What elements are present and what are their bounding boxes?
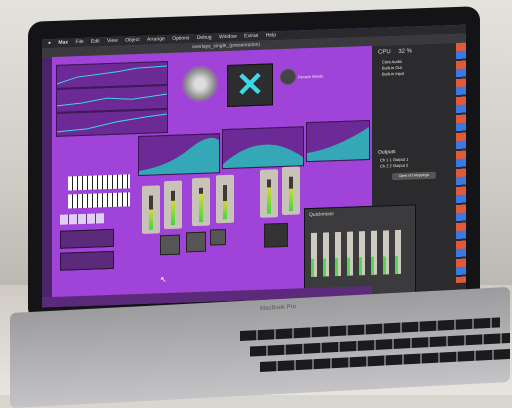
cpu-label: CPU [378,49,391,56]
level-meter-2 [171,190,175,225]
menu-object[interactable]: Object [125,37,139,44]
audio-input-device: Built-in Input [382,70,405,77]
graph-line-2 [56,93,168,107]
laptop-screen: ● Max File Edit View Object Arrange Opti… [42,24,466,308]
cpu-value: 32 % [398,48,413,55]
left-tool-strip [42,57,52,298]
close-icon: ✕ [235,65,265,105]
output-row-1[interactable]: Ch 1 1 Output 1 [380,157,408,163]
close-toggle-button[interactable]: ✕ [227,63,273,107]
open-io-mappings-button[interactable]: Open I/O Mappings [392,171,436,181]
menu-debug[interactable]: Debug [197,34,212,41]
menu-file[interactable]: File [76,39,84,45]
apple-icon[interactable]: ● [48,40,51,46]
menu-app-name[interactable]: Max [58,39,68,45]
audio-driver: Core Audio [382,58,402,65]
channel-strip-6[interactable] [282,166,300,216]
piano-keyboard-2[interactable] [68,192,130,209]
menu-extras[interactable]: Extras [244,33,258,39]
level-meter-1 [149,195,153,230]
open-io-mappings-label: Open I/O Mappings [398,172,430,178]
creature-image [182,63,218,105]
laptop-brand: MacBook Pro [260,304,297,312]
app-dock-column [456,42,466,283]
window-title: overlays_single_(presentation) [192,41,261,51]
level-meter-3 [199,187,203,222]
level-meter-6 [289,176,293,211]
filter-graph-2[interactable] [222,126,304,170]
filter-graph-3[interactable] [306,119,370,163]
audio-output-device: Built-in Out [382,64,402,71]
filter-graph-1[interactable] [138,133,220,177]
menu-view[interactable]: View [107,38,118,44]
level-meter-5 [267,179,271,214]
menu-help[interactable]: Help [266,32,276,38]
channel-strip-3[interactable] [192,177,210,227]
menu-arrange[interactable]: Arrange [147,36,165,43]
filter-curve-1 [139,137,219,176]
multislider-graph-3[interactable] [56,109,168,137]
output-row-2[interactable]: Ch 2 2 Output 2 [380,163,408,169]
pad-grid[interactable] [60,213,104,225]
outputs-label: Outputs [378,149,396,156]
level-meter-4 [223,184,227,220]
channel-strip-4[interactable] [216,174,234,224]
mute-button-3[interactable] [210,228,226,246]
graph-line-1 [56,65,168,85]
filter-curve-3 [307,126,369,162]
graph-line-3 [56,113,168,133]
quickmixer-title: Quickmixer [309,211,335,219]
preset-box-1[interactable] [60,228,114,249]
quickmixer-meters [311,255,407,278]
channel-strip-5[interactable] [260,169,278,218]
filter-curve-2 [223,144,303,169]
preset-box-2[interactable] [60,250,114,271]
cpu-row: CPU 32 % [378,48,412,55]
channel-strip-1[interactable] [142,185,160,234]
mute-button-2[interactable] [186,231,206,253]
mute-button-4[interactable] [264,222,288,248]
reverb-label: Reverb Sends [298,73,324,80]
channel-strip-2[interactable] [164,180,182,230]
reverb-knob[interactable] [280,68,296,86]
menu-edit[interactable]: Edit [91,38,100,44]
menu-options[interactable]: Options [172,35,189,42]
menu-window[interactable]: Window [219,34,237,41]
mouse-cursor: ↖ [160,275,167,285]
mute-button-1[interactable] [160,234,180,256]
piano-keyboard-1[interactable] [68,174,130,191]
